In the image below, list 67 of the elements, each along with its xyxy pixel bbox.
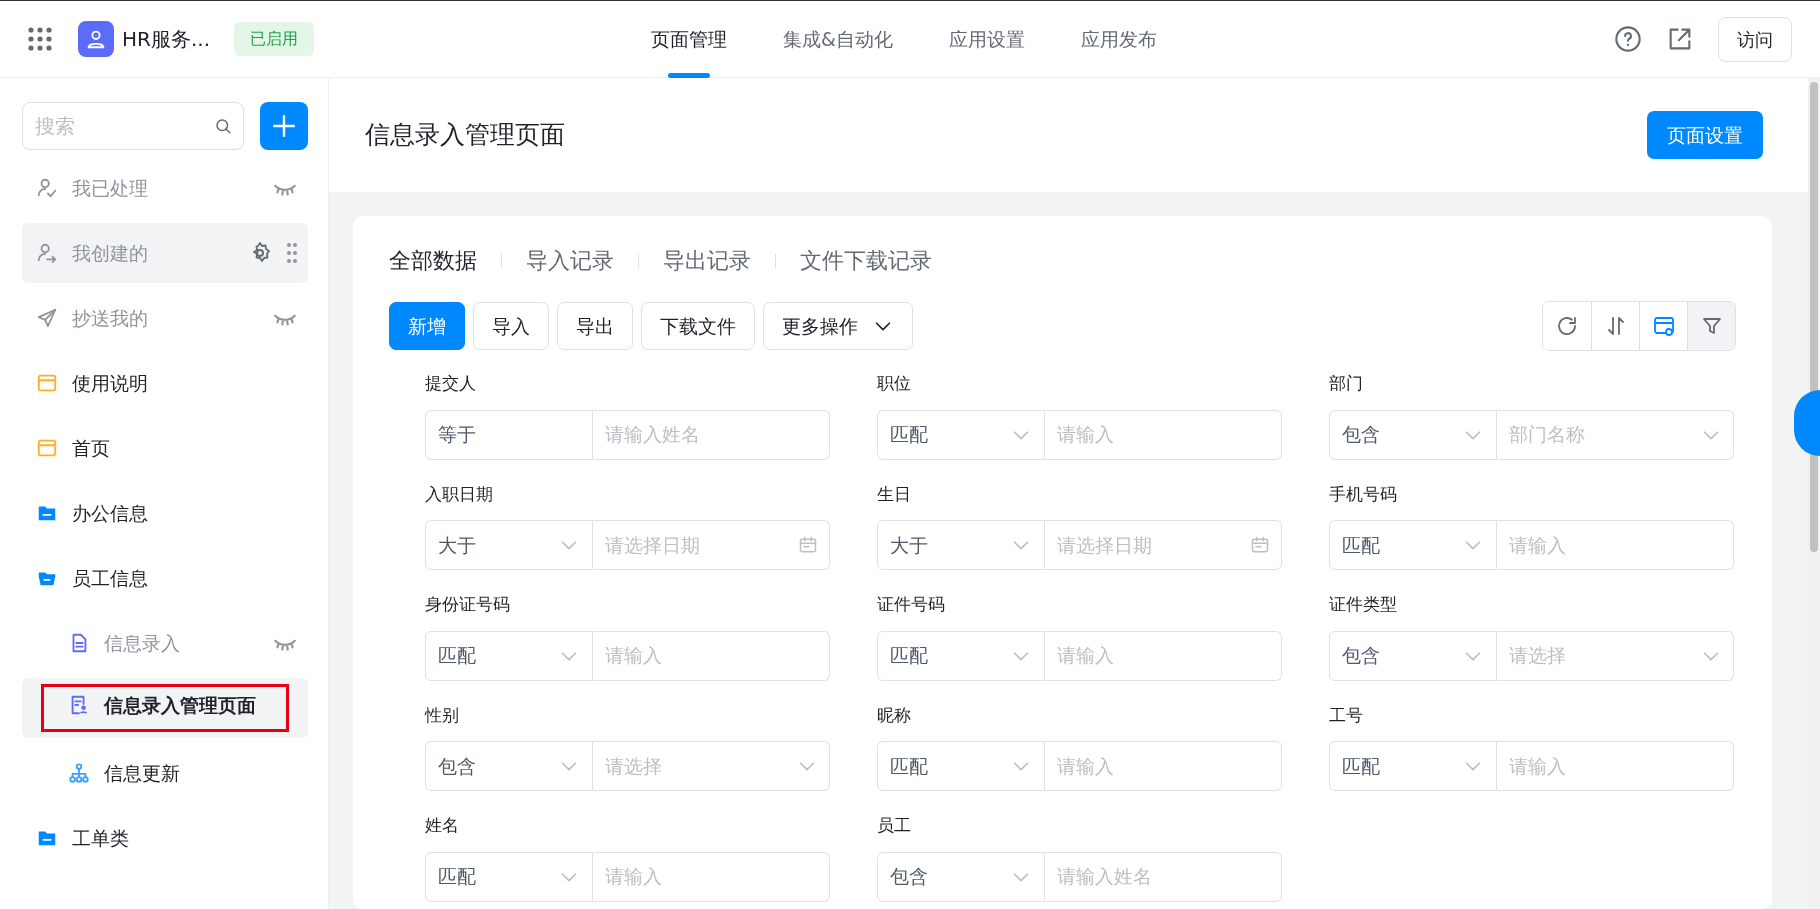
sidebar-item[interactable]: 首页 bbox=[22, 418, 308, 478]
operator-select[interactable]: 等于 bbox=[425, 409, 593, 460]
page-title: 信息录入管理页面 bbox=[365, 120, 565, 150]
input-field[interactable]: 请输入 bbox=[1045, 741, 1282, 791]
filter-label: 姓名 bbox=[425, 814, 460, 837]
action-button[interactable]: 导出 bbox=[557, 302, 633, 350]
select-field[interactable]: 部门名称 bbox=[1497, 409, 1734, 460]
operator-select[interactable]: 包含 bbox=[425, 741, 593, 791]
operator-select[interactable]: 大于 bbox=[877, 520, 1045, 570]
filter-label: 提交人 bbox=[425, 372, 477, 395]
operator-select[interactable]: 匹配 bbox=[1329, 520, 1497, 570]
filter-label: 员工 bbox=[877, 814, 912, 837]
operator-select[interactable]: 匹配 bbox=[877, 741, 1045, 791]
filter-label: 昵称 bbox=[877, 703, 912, 727]
input-field[interactable]: 请输入 bbox=[593, 630, 830, 681]
filter-label: 证件号码 bbox=[877, 593, 946, 616]
filter-label: 性别 bbox=[425, 703, 460, 727]
date-field[interactable]: 请选择日期 bbox=[1045, 520, 1282, 570]
sidebar-item[interactable]: 信息录入管理页面 bbox=[22, 678, 308, 738]
operator-select[interactable]: 大于 bbox=[425, 520, 593, 570]
operator-select[interactable]: 匹配 bbox=[425, 630, 593, 681]
input-field[interactable]: 请输入 bbox=[1497, 520, 1734, 570]
visit-button[interactable]: 访问 bbox=[1718, 16, 1792, 62]
filter-label: 证件类型 bbox=[1329, 593, 1398, 616]
input-field[interactable]: 请输入 bbox=[1045, 409, 1282, 460]
date-field[interactable]: 请选择日期 bbox=[593, 520, 830, 570]
app-name: HR服务... bbox=[122, 26, 210, 53]
filter-label: 入职日期 bbox=[425, 482, 494, 506]
nav-tab[interactable]: 集成&自动化 bbox=[779, 0, 897, 78]
operator-select[interactable]: 匹配 bbox=[1329, 741, 1497, 791]
sidebar-item[interactable]: 信息更新 bbox=[22, 743, 308, 803]
nav-tab[interactable]: 应用设置 bbox=[944, 0, 1029, 78]
nav-tab[interactable]: 页面管理 bbox=[647, 0, 732, 78]
sidebar-item[interactable]: 使用说明 bbox=[22, 353, 308, 413]
input-field[interactable]: 请输入 bbox=[593, 851, 830, 902]
input-field[interactable]: 请输入 bbox=[1045, 630, 1282, 681]
filter-label: 部门 bbox=[1329, 372, 1364, 395]
input-field[interactable]: 请输入 bbox=[1497, 741, 1734, 791]
input-field[interactable]: 请输入姓名 bbox=[593, 409, 830, 460]
nav-tab[interactable]: 应用发布 bbox=[1076, 0, 1161, 78]
select-field[interactable]: 请选择 bbox=[1497, 630, 1734, 681]
action-button[interactable]: 下载文件 bbox=[641, 302, 755, 350]
search-field[interactable]: 搜索 bbox=[22, 102, 244, 150]
highlight-frame: 信息录入管理页面 bbox=[44, 686, 286, 730]
filter-label: 身份证号码 bbox=[425, 593, 511, 616]
input-field[interactable]: 请输入姓名 bbox=[1045, 851, 1282, 902]
sidebar-item[interactable]: 员工信息 bbox=[22, 548, 308, 608]
sidebar-item[interactable]: 工单类 bbox=[22, 808, 308, 868]
select-field[interactable]: 请选择 bbox=[593, 741, 830, 791]
operator-select[interactable]: 包含 bbox=[1329, 409, 1497, 460]
operator-select[interactable]: 包含 bbox=[1329, 630, 1497, 681]
operator-select[interactable]: 匹配 bbox=[877, 409, 1045, 460]
data-tab[interactable]: 导入记录 bbox=[526, 244, 614, 277]
filter-label: 生日 bbox=[877, 482, 912, 506]
action-button[interactable]: 导入 bbox=[473, 302, 549, 350]
operator-select[interactable]: 包含 bbox=[877, 851, 1045, 902]
filter-label: 工号 bbox=[1329, 703, 1364, 727]
sidebar-item[interactable]: 办公信息 bbox=[22, 483, 308, 543]
filter-label: 职位 bbox=[877, 372, 912, 395]
operator-select[interactable]: 匹配 bbox=[425, 851, 593, 902]
data-tab[interactable]: 文件下载记录 bbox=[800, 244, 932, 277]
filter-label: 手机号码 bbox=[1329, 482, 1398, 506]
more-actions-button[interactable]: 更多操作 bbox=[763, 302, 913, 350]
status-tag: 已启用 bbox=[234, 22, 314, 56]
data-tab[interactable]: 导出记录 bbox=[663, 244, 751, 277]
data-tab[interactable]: 全部数据 bbox=[389, 244, 477, 277]
operator-select[interactable]: 匹配 bbox=[877, 630, 1045, 681]
